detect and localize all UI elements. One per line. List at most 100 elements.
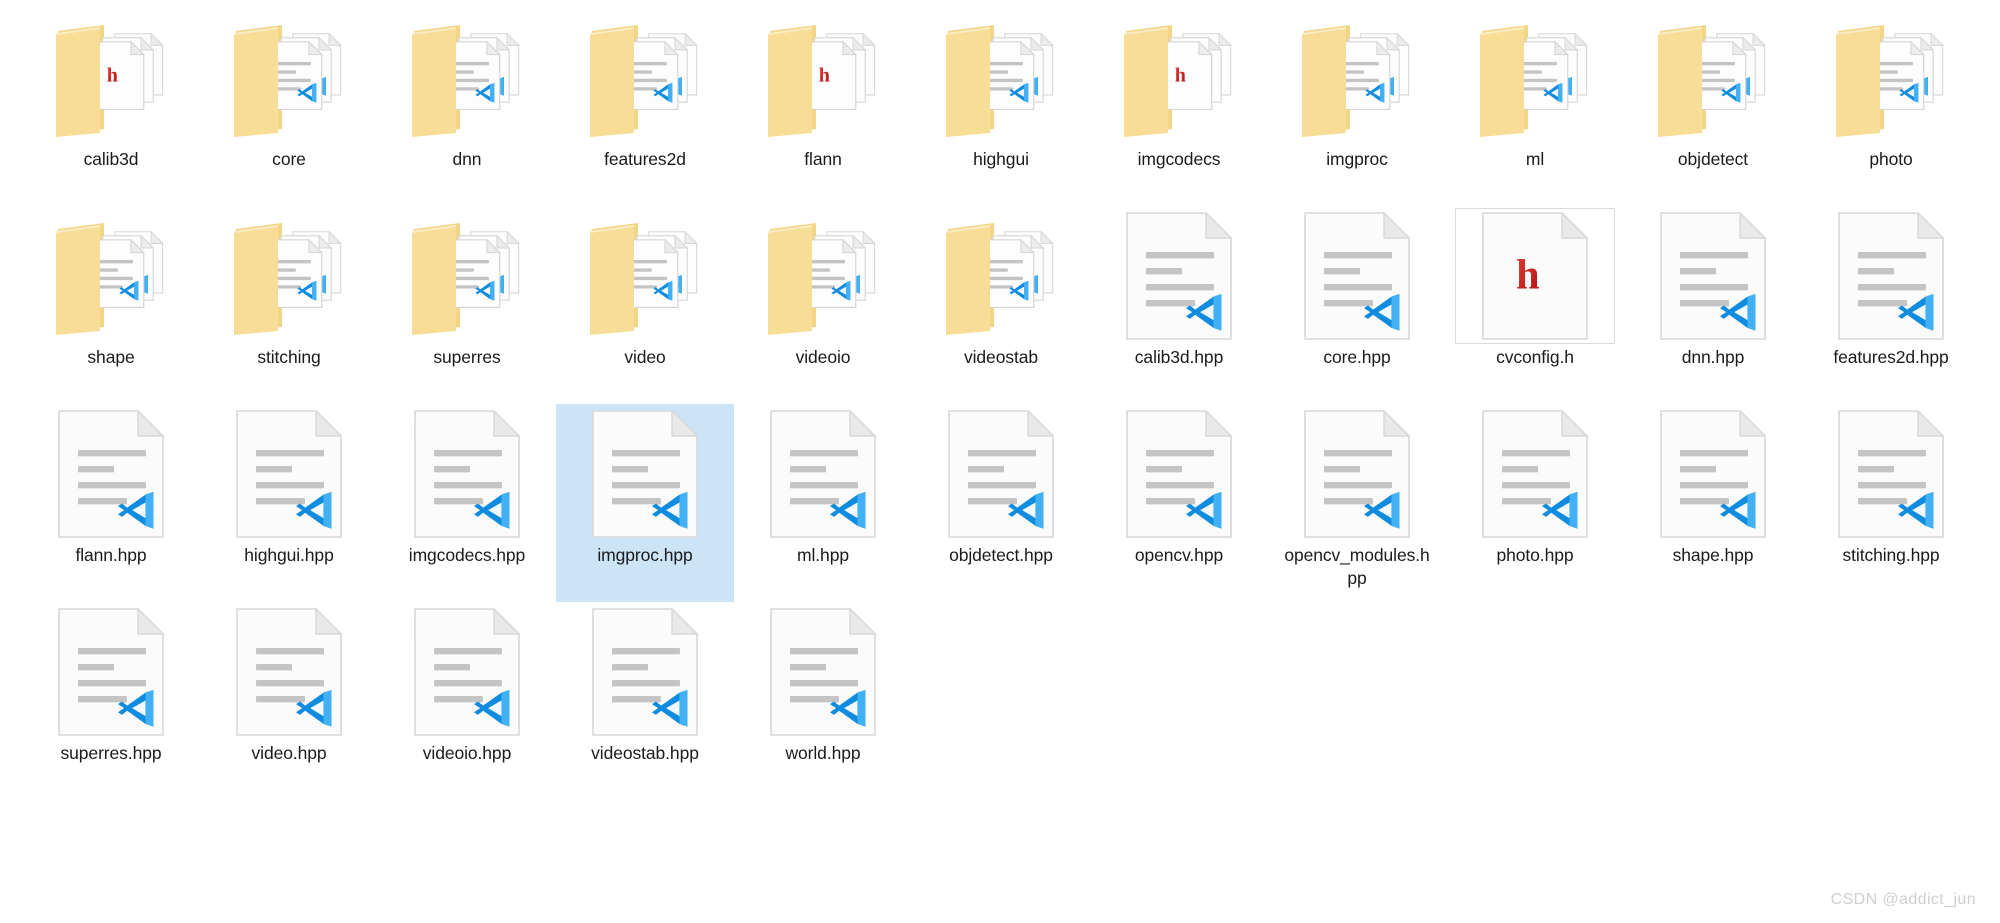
folder-item[interactable]: shape bbox=[22, 206, 200, 404]
folder-label: superres bbox=[433, 347, 501, 367]
file-item[interactable]: ml.hpp bbox=[734, 404, 912, 602]
folder-label: imgproc bbox=[1326, 149, 1388, 169]
folder-icon bbox=[565, 208, 725, 344]
folder-label: ml bbox=[1525, 149, 1545, 169]
watermark-text: CSDN @addict_jun bbox=[1830, 891, 1976, 908]
folder-item[interactable]: h h flann bbox=[734, 8, 912, 206]
folder-front-icon bbox=[768, 27, 812, 137]
file-item[interactable]: video.hpp bbox=[200, 602, 378, 800]
folder-label: video bbox=[624, 347, 666, 367]
folder-item[interactable]: dnn bbox=[378, 8, 556, 206]
file-icon bbox=[1277, 208, 1437, 344]
folder-item[interactable]: superres bbox=[378, 206, 556, 404]
page-fold-icon bbox=[1205, 212, 1232, 239]
folder-icon bbox=[1455, 10, 1615, 146]
file-item[interactable]: videoio.hpp bbox=[378, 602, 556, 800]
file-icon: h bbox=[1455, 208, 1615, 344]
file-icon bbox=[209, 604, 369, 740]
folder-item[interactable]: h h calib3d bbox=[22, 8, 200, 206]
h-file-glyph-icon: h bbox=[1516, 252, 1540, 299]
folder-front-icon bbox=[946, 225, 990, 335]
folder-front-icon bbox=[234, 27, 278, 137]
folder-item[interactable]: ml bbox=[1446, 8, 1624, 206]
file-icon bbox=[387, 604, 547, 740]
folder-item[interactable]: imgproc bbox=[1268, 8, 1446, 206]
file-label: imgcodecs.hpp bbox=[408, 545, 526, 565]
file-icon bbox=[1633, 406, 1793, 542]
folder-item[interactable]: photo bbox=[1802, 8, 1980, 206]
folder-label: features2d bbox=[604, 149, 686, 169]
folder-icon bbox=[1277, 10, 1437, 146]
file-icon bbox=[209, 406, 369, 542]
folder-label: flann bbox=[804, 149, 842, 169]
file-item[interactable]: core.hpp bbox=[1268, 206, 1446, 404]
file-icon bbox=[1277, 406, 1437, 542]
page-fold-icon bbox=[493, 410, 520, 437]
file-label: features2d.hpp bbox=[1833, 347, 1949, 367]
file-item[interactable]: calib3d.hpp bbox=[1090, 206, 1268, 404]
folder-label: videostab bbox=[963, 347, 1038, 367]
svg-text:h: h bbox=[1175, 64, 1186, 86]
file-icon bbox=[565, 604, 725, 740]
file-label: core.hpp bbox=[1323, 347, 1391, 367]
file-label: world.hpp bbox=[785, 743, 861, 763]
folder-item[interactable]: stitching bbox=[200, 206, 378, 404]
page-fold-icon bbox=[849, 608, 876, 635]
page-fold-icon bbox=[671, 410, 698, 437]
folder-front-icon bbox=[56, 27, 100, 137]
file-item[interactable]: features2d.hpp bbox=[1802, 206, 1980, 404]
folder-item[interactable]: h h imgcodecs bbox=[1090, 8, 1268, 206]
file-item[interactable]: imgproc.hpp bbox=[556, 404, 734, 602]
file-icon bbox=[31, 406, 191, 542]
folder-front-icon bbox=[946, 27, 990, 137]
file-item[interactable]: photo.hpp bbox=[1446, 404, 1624, 602]
file-item[interactable]: h cvconfig.h bbox=[1446, 206, 1624, 404]
file-item[interactable]: stitching.hpp bbox=[1802, 404, 1980, 602]
file-icon bbox=[1811, 406, 1971, 542]
folder-front-icon bbox=[412, 27, 456, 137]
file-label: photo.hpp bbox=[1496, 545, 1574, 565]
file-item[interactable]: highgui.hpp bbox=[200, 404, 378, 602]
file-label: shape.hpp bbox=[1672, 545, 1754, 565]
page-fold-icon bbox=[137, 410, 164, 437]
file-icon bbox=[1811, 208, 1971, 344]
folder-item[interactable]: objdetect bbox=[1624, 8, 1802, 206]
file-item[interactable]: opencv.hpp bbox=[1090, 404, 1268, 602]
folder-front-icon bbox=[1480, 27, 1524, 137]
file-item[interactable]: world.hpp bbox=[734, 602, 912, 800]
h-file-glyph-icon: h bbox=[107, 64, 118, 86]
svg-text:h: h bbox=[819, 64, 830, 86]
file-label: superres.hpp bbox=[60, 743, 162, 763]
file-label: stitching.hpp bbox=[1842, 545, 1940, 565]
file-item[interactable]: shape.hpp bbox=[1624, 404, 1802, 602]
folder-item[interactable]: highgui bbox=[912, 8, 1090, 206]
file-item[interactable]: objdetect.hpp bbox=[912, 404, 1090, 602]
folder-item[interactable]: features2d bbox=[556, 8, 734, 206]
file-icon bbox=[743, 406, 903, 542]
folder-item[interactable]: core bbox=[200, 8, 378, 206]
page-fold-icon bbox=[1739, 212, 1766, 239]
file-item[interactable]: imgcodecs.hpp bbox=[378, 404, 556, 602]
folder-item[interactable]: video bbox=[556, 206, 734, 404]
file-label: calib3d.hpp bbox=[1134, 347, 1224, 367]
page-fold-icon bbox=[1561, 212, 1588, 239]
file-label: videostab.hpp bbox=[591, 743, 699, 763]
folder-front-icon bbox=[768, 225, 812, 335]
file-item[interactable]: videostab.hpp bbox=[556, 602, 734, 800]
folder-front-icon bbox=[234, 225, 278, 335]
folder-icon: h h bbox=[743, 10, 903, 146]
folder-icon bbox=[743, 208, 903, 344]
file-item[interactable]: dnn.hpp bbox=[1624, 206, 1802, 404]
svg-text:h: h bbox=[1516, 252, 1540, 299]
file-item[interactable]: superres.hpp bbox=[22, 602, 200, 800]
page-fold-icon bbox=[1917, 410, 1944, 437]
folder-front-icon bbox=[590, 225, 634, 335]
folder-icon bbox=[1811, 10, 1971, 146]
folder-icon: h h bbox=[31, 10, 191, 146]
file-item[interactable]: flann.hpp bbox=[22, 404, 200, 602]
file-label: dnn.hpp bbox=[1681, 347, 1745, 367]
file-label: opencv_modules.hpp bbox=[1284, 545, 1430, 589]
folder-item[interactable]: videostab bbox=[912, 206, 1090, 404]
file-item[interactable]: opencv_modules.hpp bbox=[1268, 404, 1446, 602]
folder-item[interactable]: videoio bbox=[734, 206, 912, 404]
